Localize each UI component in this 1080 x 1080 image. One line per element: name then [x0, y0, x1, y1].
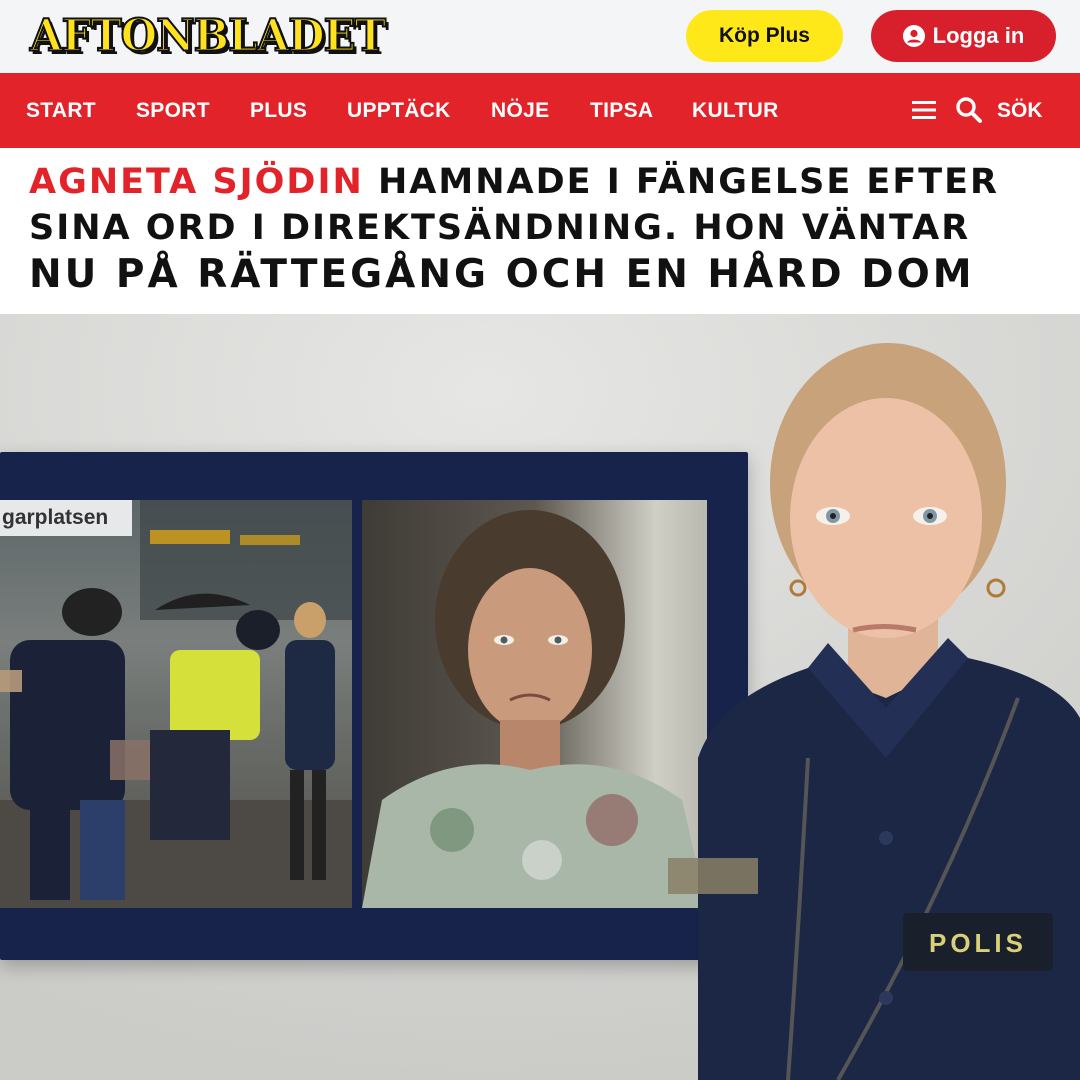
- tv-screen: garplatsen: [0, 452, 748, 960]
- login-label: Logga in: [932, 23, 1025, 48]
- nav-item-upptack[interactable]: UPPTÄCK: [347, 73, 451, 148]
- nav-item-noje[interactable]: NÖJE: [491, 73, 549, 148]
- headline-line-1-rest: HAMNADE I FÄNGELSE EFTER: [363, 162, 999, 202]
- hero-image[interactable]: garplatsen POLIS: [0, 314, 1080, 1080]
- nav-item-start[interactable]: START: [26, 73, 96, 148]
- menu-icon[interactable]: [912, 99, 936, 121]
- police-officer-portrait: POLIS: [668, 343, 1080, 1080]
- woman-portrait-photo: [362, 500, 707, 908]
- article-headline[interactable]: AGNETA SJÖDIN HAMNADE I FÄNGELSE EFTER S…: [0, 148, 1080, 314]
- search-icon[interactable]: [955, 96, 983, 124]
- headline-highlight: AGNETA SJÖDIN: [29, 162, 364, 202]
- login-button[interactable]: Logga in: [871, 10, 1056, 62]
- headline-line-3: NU PÅ RÄTTEGÅNG OCH EN HÅRD DOM: [29, 252, 975, 297]
- headline-line-1: AGNETA SJÖDIN HAMNADE I FÄNGELSE EFTER: [29, 162, 999, 202]
- site-logo[interactable]: AFTONBLADET: [29, 9, 387, 61]
- woman-portrait-figure: [362, 510, 707, 908]
- top-bar: AFTONBLADET Köp Plus Logga in: [0, 0, 1080, 73]
- nav-item-kultur[interactable]: KULTUR: [692, 73, 779, 148]
- arrest-scene-figures: [0, 500, 352, 908]
- arrest-scene-photo: garplatsen: [0, 500, 352, 908]
- user-icon: [902, 25, 925, 47]
- headline-line-2: SINA ORD I DIREKTSÄNDNING. HON VÄNTAR: [29, 208, 971, 248]
- nav-item-plus[interactable]: PLUS: [250, 73, 307, 148]
- nav-item-tipsa[interactable]: TIPSA: [590, 73, 653, 148]
- search-label[interactable]: SÖK: [997, 73, 1043, 148]
- nav-item-sport[interactable]: SPORT: [136, 73, 210, 148]
- police-badge-text: POLIS: [929, 928, 1027, 958]
- buy-plus-button[interactable]: Köp Plus: [686, 10, 843, 62]
